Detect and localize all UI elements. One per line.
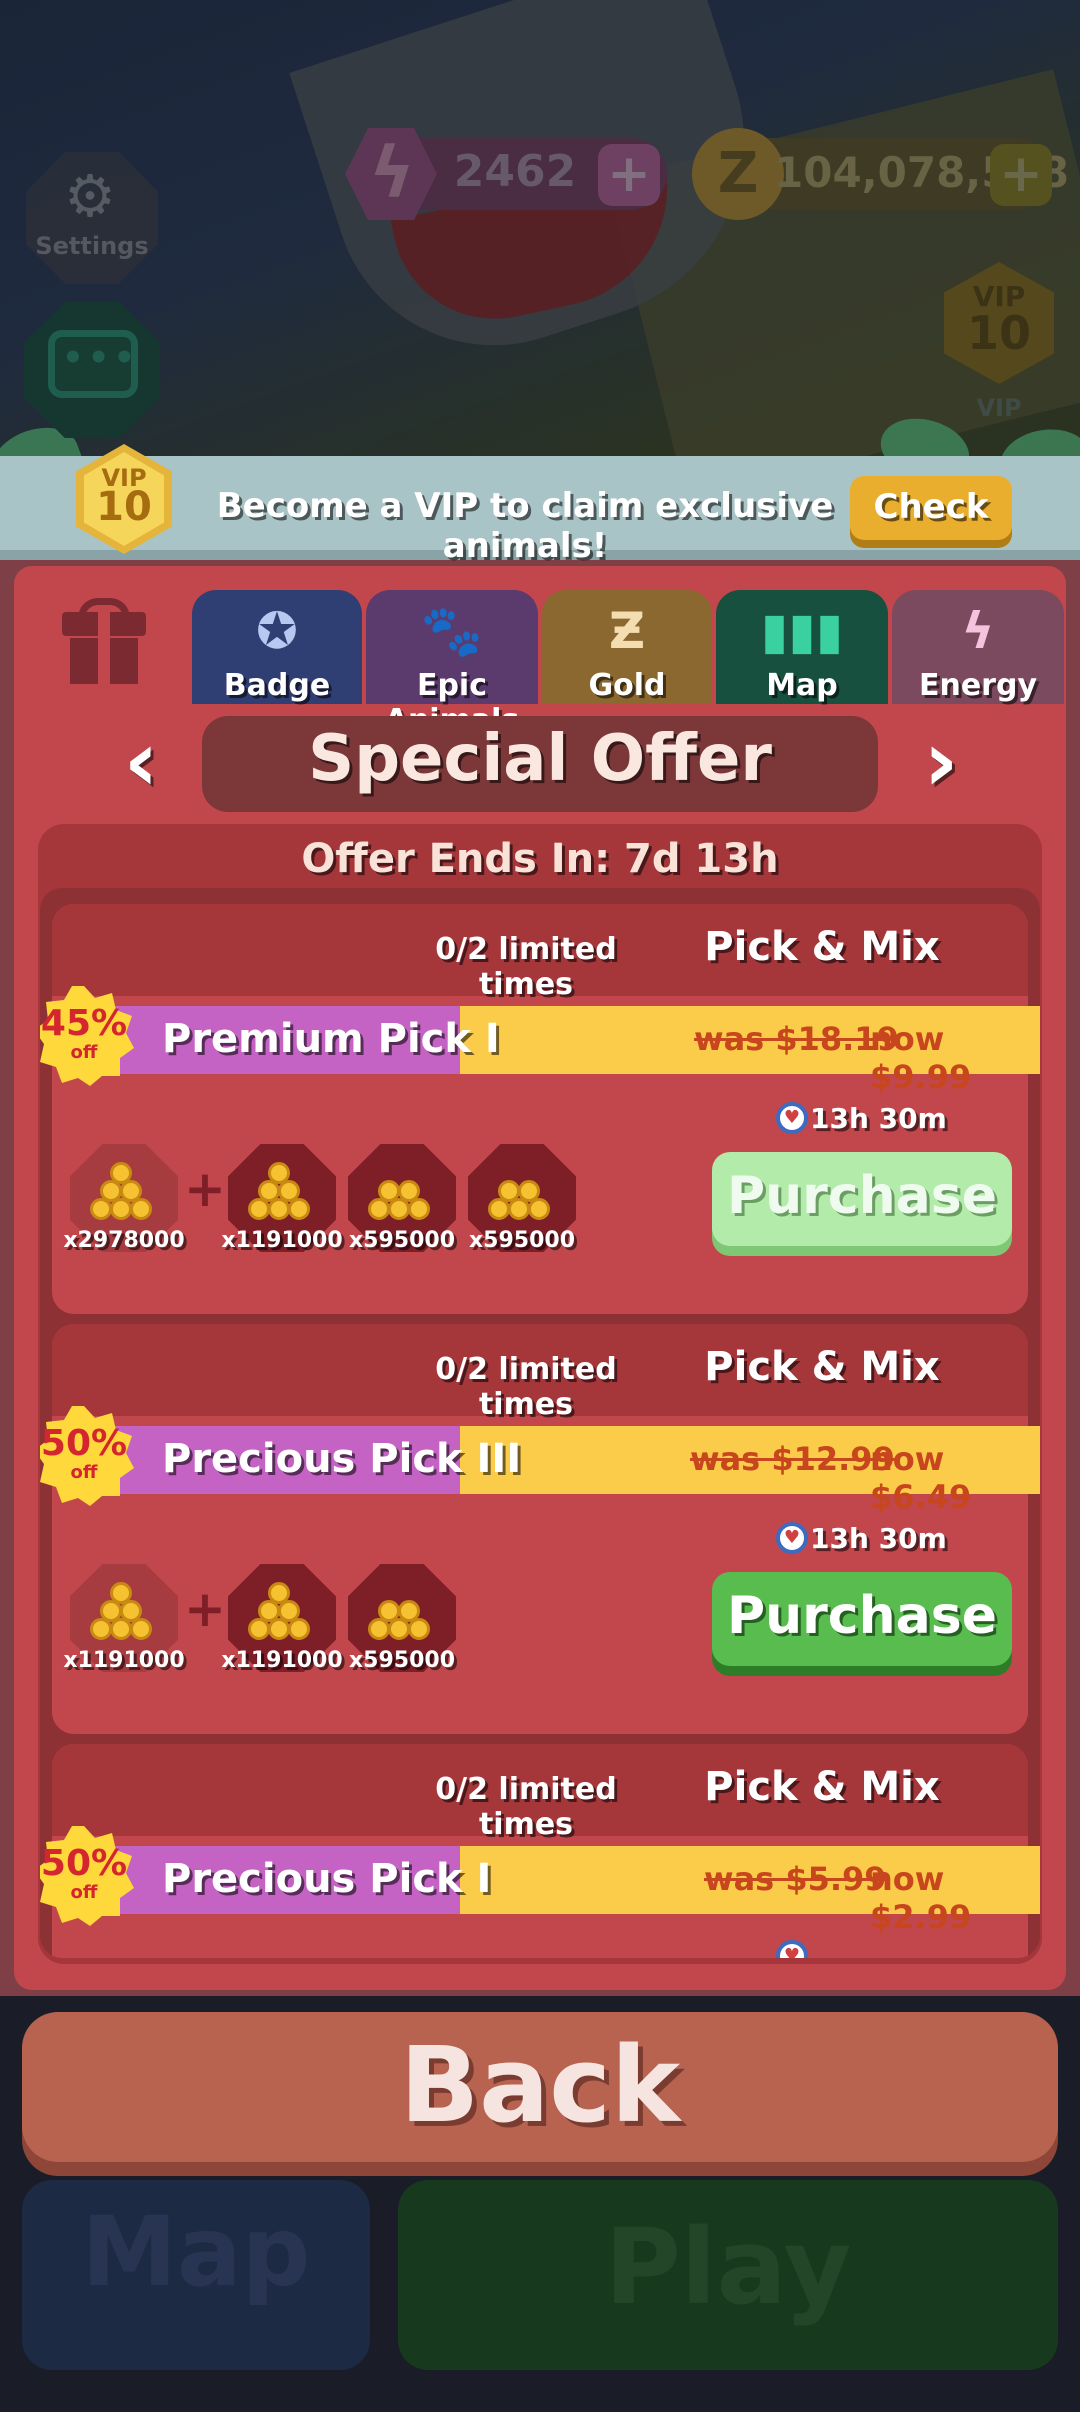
discount-off-label: off [70, 1042, 98, 1063]
badge-star-icon: ✪ [256, 602, 298, 660]
next-offer-button[interactable]: › [906, 718, 976, 808]
reward-quantity: x1191000 [63, 1648, 185, 1673]
offer-category: Pick & Mix [704, 1344, 940, 1390]
offer-category: Pick & Mix [704, 1764, 940, 1810]
offer-limit: 0/2 limited times [435, 1772, 617, 1842]
offer-list[interactable]: 0/2 limited times Pick & Mix Premium Pic… [40, 888, 1040, 1958]
offer-was-price: was $12.99 [690, 1440, 895, 1478]
offer-was-price: was $5.99 [704, 1860, 887, 1898]
plus-sign: + [184, 1160, 226, 1218]
purchase-button[interactable]: Purchase [712, 1572, 1012, 1666]
energy-value: 2462 [453, 146, 577, 197]
reward-quantity: x2978000 [63, 1228, 185, 1253]
offer-was-price: was $18.19 [694, 1020, 899, 1058]
offer-limit: 0/2 limited times [435, 932, 617, 1002]
offer-limit: 0/2 limited times [435, 1352, 617, 1422]
offer-now-price: now $6.49 [870, 1440, 972, 1516]
offer-category: Pick & Mix [704, 924, 940, 970]
map-button-label: Map [81, 2196, 311, 2308]
lightning-icon: ϟ [368, 132, 416, 214]
reward-quantity: x1191000 [221, 1228, 343, 1253]
discount-off-label: off [70, 1882, 98, 1903]
tab-gold-label: Gold [588, 668, 666, 703]
offer-timer: 13h 30m [810, 1522, 947, 1555]
reward-quantity: x595000 [348, 1228, 456, 1253]
prev-offer-button[interactable]: ‹ [106, 718, 176, 808]
tab-badge-label: Badge [223, 668, 331, 703]
gold-coin-icon: Z [692, 128, 784, 220]
add-energy-button[interactable]: + [598, 144, 660, 206]
reward-quantity: x1191000 [221, 1648, 343, 1673]
tab-energy-label: Energy [918, 668, 1038, 703]
clock-icon: ♥ [776, 1102, 808, 1134]
offer-name: Premium Pick I [162, 1016, 500, 1062]
gold-pile-icon [358, 1584, 446, 1654]
gold-pile-icon [478, 1164, 566, 1234]
offer-name: Precious Pick III [162, 1436, 522, 1482]
offer-name: Precious Pick I [162, 1856, 492, 1902]
add-gold-button[interactable]: + [990, 144, 1052, 206]
tab-map-label: Map [766, 668, 838, 703]
vip-check-button[interactable]: Check [850, 476, 1012, 540]
offer-title: Special Offer [308, 722, 772, 796]
offer-now-price: now $2.99 [870, 1860, 972, 1936]
play-button-label: Play [604, 2206, 852, 2328]
clock-icon: ♥ [776, 1522, 808, 1554]
discount-percent: 45% [40, 1003, 128, 1044]
offer-now-price: now $9.99 [870, 1020, 972, 1096]
offer-countdown: Offer Ends In: 7d 13h [301, 836, 779, 882]
paw-icon: 🐾 [420, 602, 484, 660]
discount-percent: 50% [40, 1423, 128, 1464]
purchase-button[interactable]: Purchase [712, 1152, 1012, 1246]
gift-icon-ribbon [98, 610, 110, 686]
offer-timer: 13h 30m [810, 1102, 947, 1135]
map-icon: ▮▮▮ [760, 602, 844, 660]
gold-pile-icon [238, 1158, 326, 1228]
settings-label: Settings [35, 232, 149, 260]
reward-quantity: x595000 [468, 1228, 576, 1253]
gear-icon: ⚙ [64, 162, 116, 230]
vip-badge-level: 10 [96, 484, 152, 530]
back-button-label: Back [399, 2024, 681, 2146]
vip-message: Become a VIP to claim exclusive animals! [216, 486, 834, 566]
gold-coin-icon: Ƶ [608, 602, 646, 660]
gold-pile-icon [80, 1158, 168, 1228]
lightning-icon: ϟ [961, 602, 995, 660]
reward-quantity: x595000 [348, 1648, 456, 1673]
gold-pile-icon [80, 1578, 168, 1648]
gold-value: 104,078,528 [774, 148, 1069, 197]
gold-pile-icon [238, 1578, 326, 1648]
vip-side-caption: VIP [976, 394, 1022, 422]
chat-dots: ••• [62, 338, 140, 378]
plus-sign: + [184, 1580, 226, 1638]
discount-percent: 50% [40, 1843, 128, 1884]
gold-pile-icon [358, 1164, 446, 1234]
discount-off-label: off [70, 1462, 98, 1483]
vip-side-level: 10 [966, 306, 1031, 360]
